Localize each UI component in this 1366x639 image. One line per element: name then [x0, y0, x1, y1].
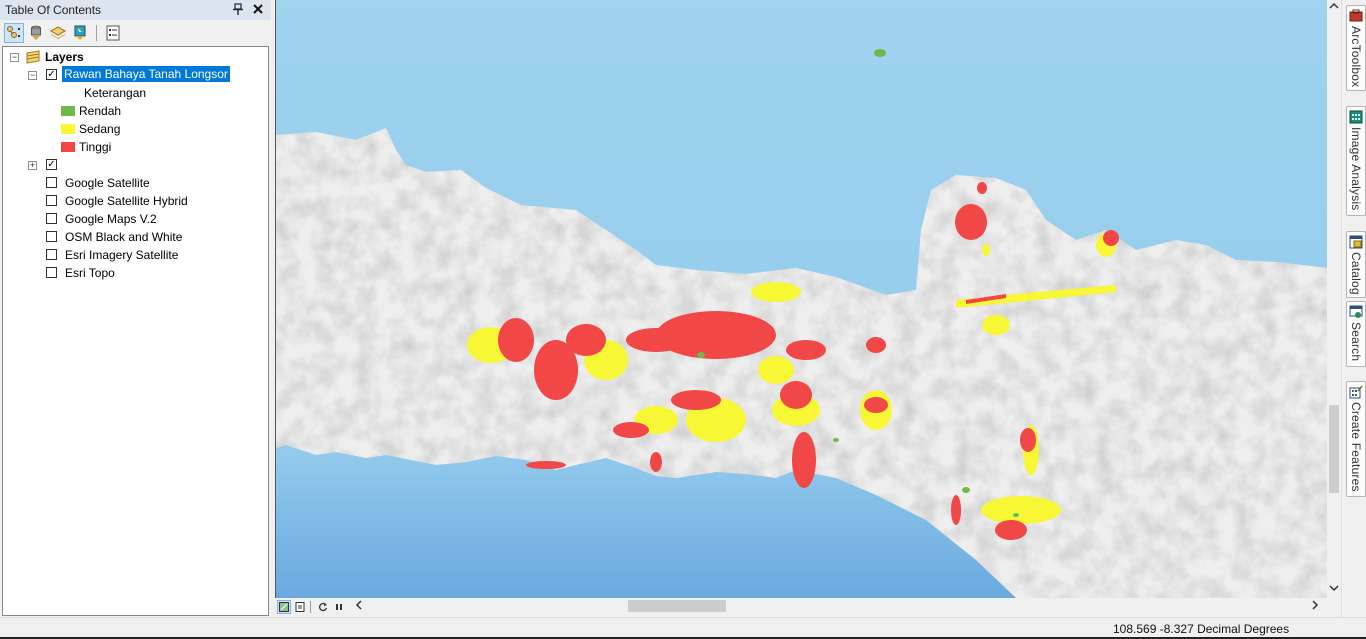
basemap-label-google-satellite[interactable]: Google Satellite [65, 176, 150, 190]
data-view-button[interactable] [277, 599, 291, 614]
legend-label-rendah: Rendah [79, 104, 122, 118]
status-bar: 108.569 -8.327 Decimal Degrees [0, 617, 1366, 639]
database-icon [31, 25, 41, 40]
layout-view-icon [295, 601, 305, 612]
basemap-checkbox-google-maps[interactable] [46, 213, 57, 224]
table-of-contents-panel: Table Of Contents − Layers − ✓ Rawan Bah… [0, 0, 271, 617]
map-canvas[interactable] [276, 0, 1327, 598]
selection-icon [74, 25, 86, 40]
list-by-visibility-button[interactable] [48, 23, 68, 43]
toolbox-icon [1349, 9, 1363, 22]
collapse-layer-toggle[interactable]: − [28, 71, 37, 80]
vertical-scroll-thumb[interactable] [1329, 405, 1339, 493]
small-island [874, 49, 886, 57]
dock-tab-label: Catalog [1349, 252, 1363, 295]
group-visibility-checkbox[interactable]: ✓ [46, 159, 57, 170]
right-dock: ArcToolbox Image Analysis Catalog Search… [1341, 0, 1366, 617]
dock-tab-image-analysis[interactable]: Image Analysis [1346, 106, 1366, 216]
basemap-checkbox-esri-imagery[interactable] [46, 249, 57, 260]
legend-label-sedang: Sedang [79, 122, 121, 136]
layers-frame-icon [24, 49, 42, 68]
scroll-left-icon[interactable] [355, 598, 363, 615]
coordinate-readout: 108.569 -8.327 Decimal Degrees [1113, 622, 1290, 636]
basemap-checkbox-google-satellite-hybrid[interactable] [46, 195, 57, 206]
layer-visibility-checkbox[interactable]: ✓ [46, 69, 57, 80]
map-vertical-scrollbar[interactable] [1327, 0, 1341, 598]
layer-name-rawan-bahaya[interactable]: Rawan Bahaya Tanah Longsor [62, 66, 230, 82]
map-view[interactable] [275, 0, 1327, 598]
layers-root-label[interactable]: Layers [45, 50, 84, 64]
dock-tab-create-features[interactable]: Create Features [1346, 381, 1366, 497]
expand-group-toggle[interactable]: + [28, 161, 37, 170]
refresh-button[interactable] [316, 600, 330, 614]
pause-icon [336, 603, 342, 610]
basemap-label-esri-imagery[interactable]: Esri Imagery Satellite [65, 248, 178, 262]
scroll-down-icon[interactable] [1327, 584, 1341, 598]
dock-tab-label: Image Analysis [1349, 127, 1363, 211]
bottom-toolbar-separator [310, 600, 311, 613]
toc-title-bar: Table Of Contents [0, 0, 271, 20]
dock-tab-catalog[interactable]: Catalog [1346, 231, 1366, 298]
layer-tree: − Layers − ✓ Rawan Bahaya Tanah Longsor … [2, 46, 269, 616]
dock-tab-label: Create Features [1349, 402, 1363, 492]
dock-tab-label: Search [1349, 322, 1363, 362]
layout-view-button[interactable] [293, 600, 307, 614]
list-by-drawing-order-icon [7, 26, 20, 38]
dock-tab-search[interactable]: Search [1346, 301, 1366, 367]
toc-title: Table Of Contents [5, 3, 102, 17]
legend-swatch-rendah [61, 106, 75, 116]
horizontal-scroll-thumb[interactable] [628, 600, 726, 612]
refresh-icon [319, 602, 328, 611]
toolbar-separator [96, 25, 97, 41]
basemap-label-google-satellite-hybrid[interactable]: Google Satellite Hybrid [65, 194, 188, 208]
scroll-right-icon[interactable] [1311, 598, 1319, 615]
legend-swatch-sedang [61, 124, 75, 134]
list-by-selection-button[interactable] [70, 23, 90, 43]
basemap-checkbox-osm-bw[interactable] [46, 231, 57, 242]
close-icon[interactable] [251, 3, 265, 17]
search-icon [1349, 305, 1363, 318]
layers-icon [50, 26, 66, 39]
toc-toolbar [0, 21, 271, 45]
dock-tab-label: ArcToolbox [1349, 26, 1363, 88]
basemap-label-esri-topo[interactable]: Esri Topo [65, 266, 115, 280]
legend-heading: Keterangan [84, 86, 147, 100]
pause-drawing-button[interactable] [332, 600, 346, 614]
create-features-icon [1349, 385, 1363, 399]
list-by-source-button[interactable] [26, 23, 46, 43]
basemap-checkbox-esri-topo[interactable] [46, 267, 57, 278]
basemap-checkbox-google-satellite[interactable] [46, 177, 57, 188]
basemap-label-google-maps[interactable]: Google Maps V.2 [65, 212, 157, 226]
dock-tab-arctoolbox[interactable]: ArcToolbox [1346, 5, 1366, 91]
pin-icon[interactable] [231, 2, 245, 18]
options-button[interactable] [103, 23, 123, 43]
map-bottom-toolbar [275, 598, 1341, 615]
legend-label-tinggi: Tinggi [79, 140, 112, 154]
basemap-label-osm-bw[interactable]: OSM Black and White [65, 230, 182, 244]
collapse-layers-toggle[interactable]: − [10, 53, 19, 62]
image-analysis-icon [1349, 110, 1363, 124]
list-by-drawing-order-button[interactable] [4, 23, 24, 43]
data-view-icon [279, 601, 289, 612]
options-icon [106, 25, 120, 41]
catalog-icon [1349, 235, 1363, 249]
legend-swatch-tinggi [61, 142, 75, 152]
scroll-up-icon[interactable] [1327, 2, 1341, 16]
